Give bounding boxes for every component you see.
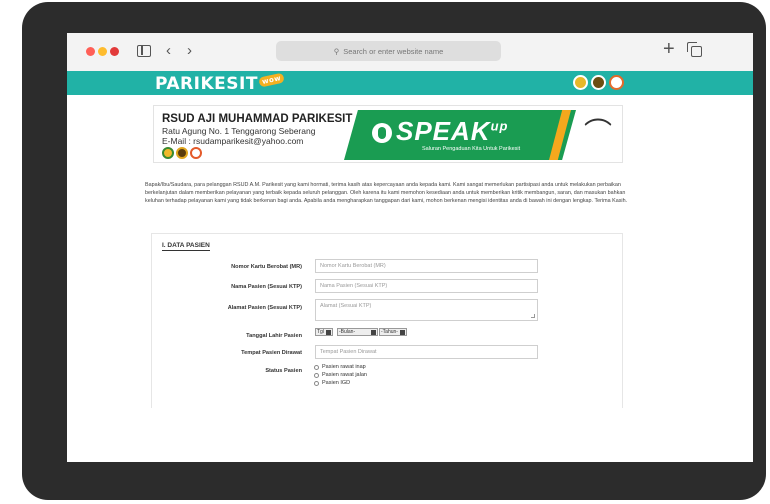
dob-label: Tanggal Lahir Pasien	[246, 333, 302, 339]
minimize-window-button[interactable]	[98, 47, 107, 56]
address-bar-placeholder: Search or enter website name	[343, 46, 444, 56]
hospital-address: Ratu Agung No. 1 Tenggarong Seberang	[162, 126, 316, 136]
status-option-label: Pasien IGD	[322, 380, 351, 386]
complaint-icon	[190, 147, 202, 159]
dropdown-arrow-icon	[325, 329, 331, 335]
dob-month-select[interactable]: -Bulan-	[337, 328, 379, 336]
close-window-button[interactable]	[86, 47, 95, 56]
speakup-subtitle: Saluran Pengaduan Kita Untuk Parikesit	[422, 146, 521, 152]
search-icon: ⚲	[333, 46, 340, 56]
speakup-superscript: up	[490, 118, 509, 134]
speakup-banner: SPEAKup Saluran Pengaduan Kita Untuk Par…	[344, 110, 576, 160]
speakup-title: SPEAKup	[396, 116, 508, 147]
zoom-window-button[interactable]	[110, 47, 119, 56]
address-bar[interactable]: ⚲ Search or enter website name	[276, 41, 501, 61]
browser-toolbar: ‹ › ⚲ Search or enter website name +	[67, 33, 753, 71]
patient-name-input[interactable]: Nama Pasien (Sesuai KTP)	[315, 279, 538, 293]
site-logo-text: PARIKESIT	[155, 74, 258, 94]
device-frame: ‹ › ⚲ Search or enter website name + PAR…	[22, 2, 766, 500]
intro-text: Bapak/Ibu/Saudara, para pelanggan RSUD A…	[145, 182, 628, 204]
hospital-email: E-Mail : rsudamparikesit@yahoo.com	[162, 136, 304, 146]
speakup-word: SPEAK	[396, 116, 491, 146]
accreditation-icon	[176, 147, 188, 159]
hospital-emblem-icon	[573, 75, 588, 90]
sidebar-icon[interactable]	[137, 45, 151, 57]
dob-year-value: -Tahun-	[381, 329, 398, 335]
dob-year-select[interactable]: -Tahun-	[379, 328, 407, 336]
dropdown-arrow-icon	[399, 329, 405, 335]
accreditation-icon	[591, 75, 606, 90]
mr-label: Nomor Kartu Berobat (MR)	[231, 264, 302, 270]
hospital-banner: RSUD AJI MUHAMMAD PARIKESIT Ratu Agung N…	[153, 105, 623, 163]
browser-window: ‹ › ⚲ Search or enter website name + PAR…	[67, 33, 753, 462]
microphone-icon	[372, 123, 392, 143]
hospital-name: RSUD AJI MUHAMMAD PARIKESIT	[162, 113, 353, 125]
banner-badges	[162, 147, 202, 159]
new-tab-icon[interactable]: +	[663, 39, 675, 59]
tabs-icon[interactable]	[687, 42, 702, 57]
site-logo-tag: wow	[258, 72, 285, 88]
status-option-outpatient[interactable]: Pasien rawat jalan	[314, 372, 367, 378]
radio-icon[interactable]	[314, 380, 319, 386]
dob-day-select[interactable]: Tgl	[315, 328, 333, 336]
radio-icon[interactable]	[314, 372, 319, 378]
status-option-label: Pasien rawat inap	[322, 364, 366, 370]
dob-month-value: -Bulan-	[339, 329, 356, 335]
address-placeholder: Alamat (Sesuai KTP)	[320, 303, 372, 309]
complaint-icon	[609, 75, 624, 90]
hospital-emblem-icon	[162, 147, 174, 159]
patient-name-label: Nama Pasien (Sesuai KTP)	[231, 284, 302, 290]
address-label: Alamat Pasien (Sesuai KTP)	[227, 305, 302, 311]
site-logo[interactable]: PARIKESIT wow	[155, 72, 285, 94]
care-place-input[interactable]: Tempat Pasien Dirawat	[315, 345, 538, 359]
site-header: PARIKESIT wow	[67, 71, 753, 95]
dropdown-arrow-icon	[371, 329, 377, 335]
section-title: I. DATA PASIEN	[162, 242, 210, 251]
status-option-emergency[interactable]: Pasien IGD	[314, 380, 350, 386]
back-icon[interactable]: ‹	[166, 41, 171, 61]
dob-selects: Tgl -Bulan- -Tahun-	[315, 328, 435, 338]
status-label: Status Pasien	[265, 368, 302, 374]
status-option-label: Pasien rawat jalan	[322, 372, 367, 378]
header-badges	[573, 75, 624, 90]
mr-input[interactable]: Nomor Kartu Berobat (MR)	[315, 259, 538, 273]
address-textarea[interactable]: Alamat (Sesuai KTP)	[315, 299, 538, 321]
status-option-inpatient[interactable]: Pasien rawat inap	[314, 364, 366, 370]
ear-icon: ⌒	[584, 117, 613, 148]
patient-data-form: I. DATA PASIEN Nomor Kartu Berobat (MR) …	[151, 233, 623, 408]
resize-handle-icon[interactable]	[531, 314, 535, 318]
care-place-label: Tempat Pasien Dirawat	[241, 350, 302, 356]
dob-day-value: Tgl	[317, 329, 324, 335]
forward-icon[interactable]: ›	[187, 41, 192, 61]
radio-icon[interactable]	[314, 364, 319, 370]
